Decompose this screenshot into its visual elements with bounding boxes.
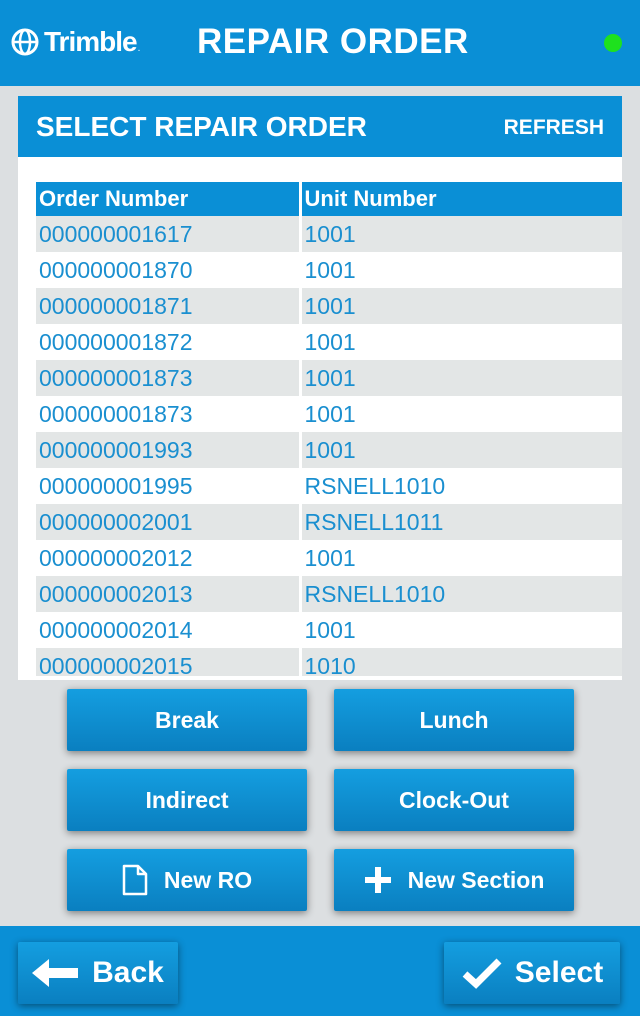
order-number-cell: 000000001995 (36, 468, 302, 504)
table-row[interactable]: 000000002001 RSNELL1011 (36, 504, 622, 540)
unit-number-cell: 1001 (300, 432, 622, 468)
table-row[interactable]: 000000002015 1010 (36, 648, 622, 676)
table-row[interactable]: 000000002013 RSNELL1010 (36, 576, 622, 612)
plus-icon (364, 867, 391, 893)
table-row[interactable]: 000000001873 1001 (36, 360, 622, 396)
break-button[interactable]: Break (67, 689, 307, 751)
refresh-button[interactable]: REFRESH (504, 116, 604, 140)
select-button-label: Select (514, 956, 604, 989)
unit-number-cell: 1001 (300, 612, 622, 648)
order-number-cell: 000000001617 (36, 216, 302, 252)
unit-number-cell: RSNELL1011 (300, 504, 622, 540)
order-number-cell: 000000002014 (36, 612, 302, 648)
clock-out-button[interactable]: Clock-Out (334, 769, 574, 831)
unit-number-cell: 1001 (300, 288, 622, 324)
page-title: REPAIR ORDER (197, 22, 469, 61)
column-header-order-number[interactable]: Order Number (36, 182, 302, 216)
table-row[interactable]: 000000001871 1001 (36, 288, 622, 324)
break-button-label: Break (155, 706, 219, 733)
unit-number-cell: 1001 (300, 324, 622, 360)
order-number-cell: 000000001993 (36, 432, 302, 468)
table-header-row: Order Number Unit Number (36, 182, 622, 216)
repair-order-table: Order Number Unit Number 000000001617 100… (36, 182, 622, 676)
order-number-cell: 000000001872 (36, 324, 302, 360)
repair-order-table-container[interactable]: Order Number Unit Number 000000001617 100… (36, 182, 622, 676)
lunch-button[interactable]: Lunch (334, 689, 574, 751)
connection-status-indicator (604, 34, 622, 52)
order-number-cell: 000000002015 (36, 648, 302, 676)
app-header: Trimble . REPAIR ORDER (0, 0, 640, 86)
unit-number-cell: RSNELL1010 (300, 468, 622, 504)
trimble-globe-icon (11, 28, 39, 56)
logo-text: Trimble (44, 26, 138, 57)
trimble-logo: Trimble . (10, 24, 140, 60)
table-row[interactable]: 000000001993 1001 (36, 432, 622, 468)
unit-number-cell: RSNELL1010 (300, 576, 622, 612)
order-number-cell: 000000001873 (36, 360, 302, 396)
table-row[interactable]: 000000001617 1001 (36, 216, 622, 252)
order-number-cell: 000000001873 (36, 396, 302, 432)
table-row[interactable]: 000000001873 1001 (36, 396, 622, 432)
lunch-button-label: Lunch (419, 706, 489, 733)
new-section-button-label: New Section (407, 866, 545, 893)
unit-number-cell: 1001 (300, 360, 622, 396)
unit-number-cell: 1010 (300, 648, 622, 676)
table-body: 000000001617 1001 000000001870 1001 00000000… (36, 216, 622, 676)
indirect-button[interactable]: Indirect (67, 769, 307, 831)
unit-number-cell: 1001 (300, 540, 622, 576)
back-button[interactable]: Back (18, 942, 178, 1004)
panel-header: SELECT REPAIR ORDER REFRESH (18, 96, 622, 157)
panel-title: SELECT REPAIR ORDER (36, 111, 367, 142)
logo-mark: . (137, 42, 141, 54)
new-ro-button-label: New RO (163, 866, 253, 893)
unit-number-cell: 1001 (300, 216, 622, 252)
new-section-button[interactable]: New Section (334, 849, 574, 911)
unit-number-cell: 1001 (300, 252, 622, 288)
order-number-cell: 000000002001 (36, 504, 302, 540)
order-number-cell: 000000001870 (36, 252, 302, 288)
column-header-unit-number[interactable]: Unit Number (300, 182, 622, 216)
order-number-cell: 000000002013 (36, 576, 302, 612)
repair-order-panel: SELECT REPAIR ORDER REFRESH Order Number… (18, 96, 622, 680)
unit-number-cell: 1001 (300, 396, 622, 432)
document-icon (122, 864, 148, 896)
table-row[interactable]: 000000001870 1001 (36, 252, 622, 288)
checkmark-icon (462, 958, 502, 989)
order-number-cell: 000000002012 (36, 540, 302, 576)
clock-out-button-label: Clock-Out (399, 786, 509, 813)
order-number-cell: 000000001871 (36, 288, 302, 324)
arrow-left-icon (32, 959, 79, 987)
back-button-label: Back (92, 956, 164, 989)
indirect-button-label: Indirect (145, 786, 229, 813)
table-row[interactable]: 000000002014 1001 (36, 612, 622, 648)
table-row[interactable]: 000000001872 1001 (36, 324, 622, 360)
select-button[interactable]: Select (444, 942, 620, 1004)
new-ro-button[interactable]: New RO (67, 849, 307, 911)
table-row[interactable]: 000000001995 RSNELL1010 (36, 468, 622, 504)
table-row[interactable]: 000000002012 1001 (36, 540, 622, 576)
